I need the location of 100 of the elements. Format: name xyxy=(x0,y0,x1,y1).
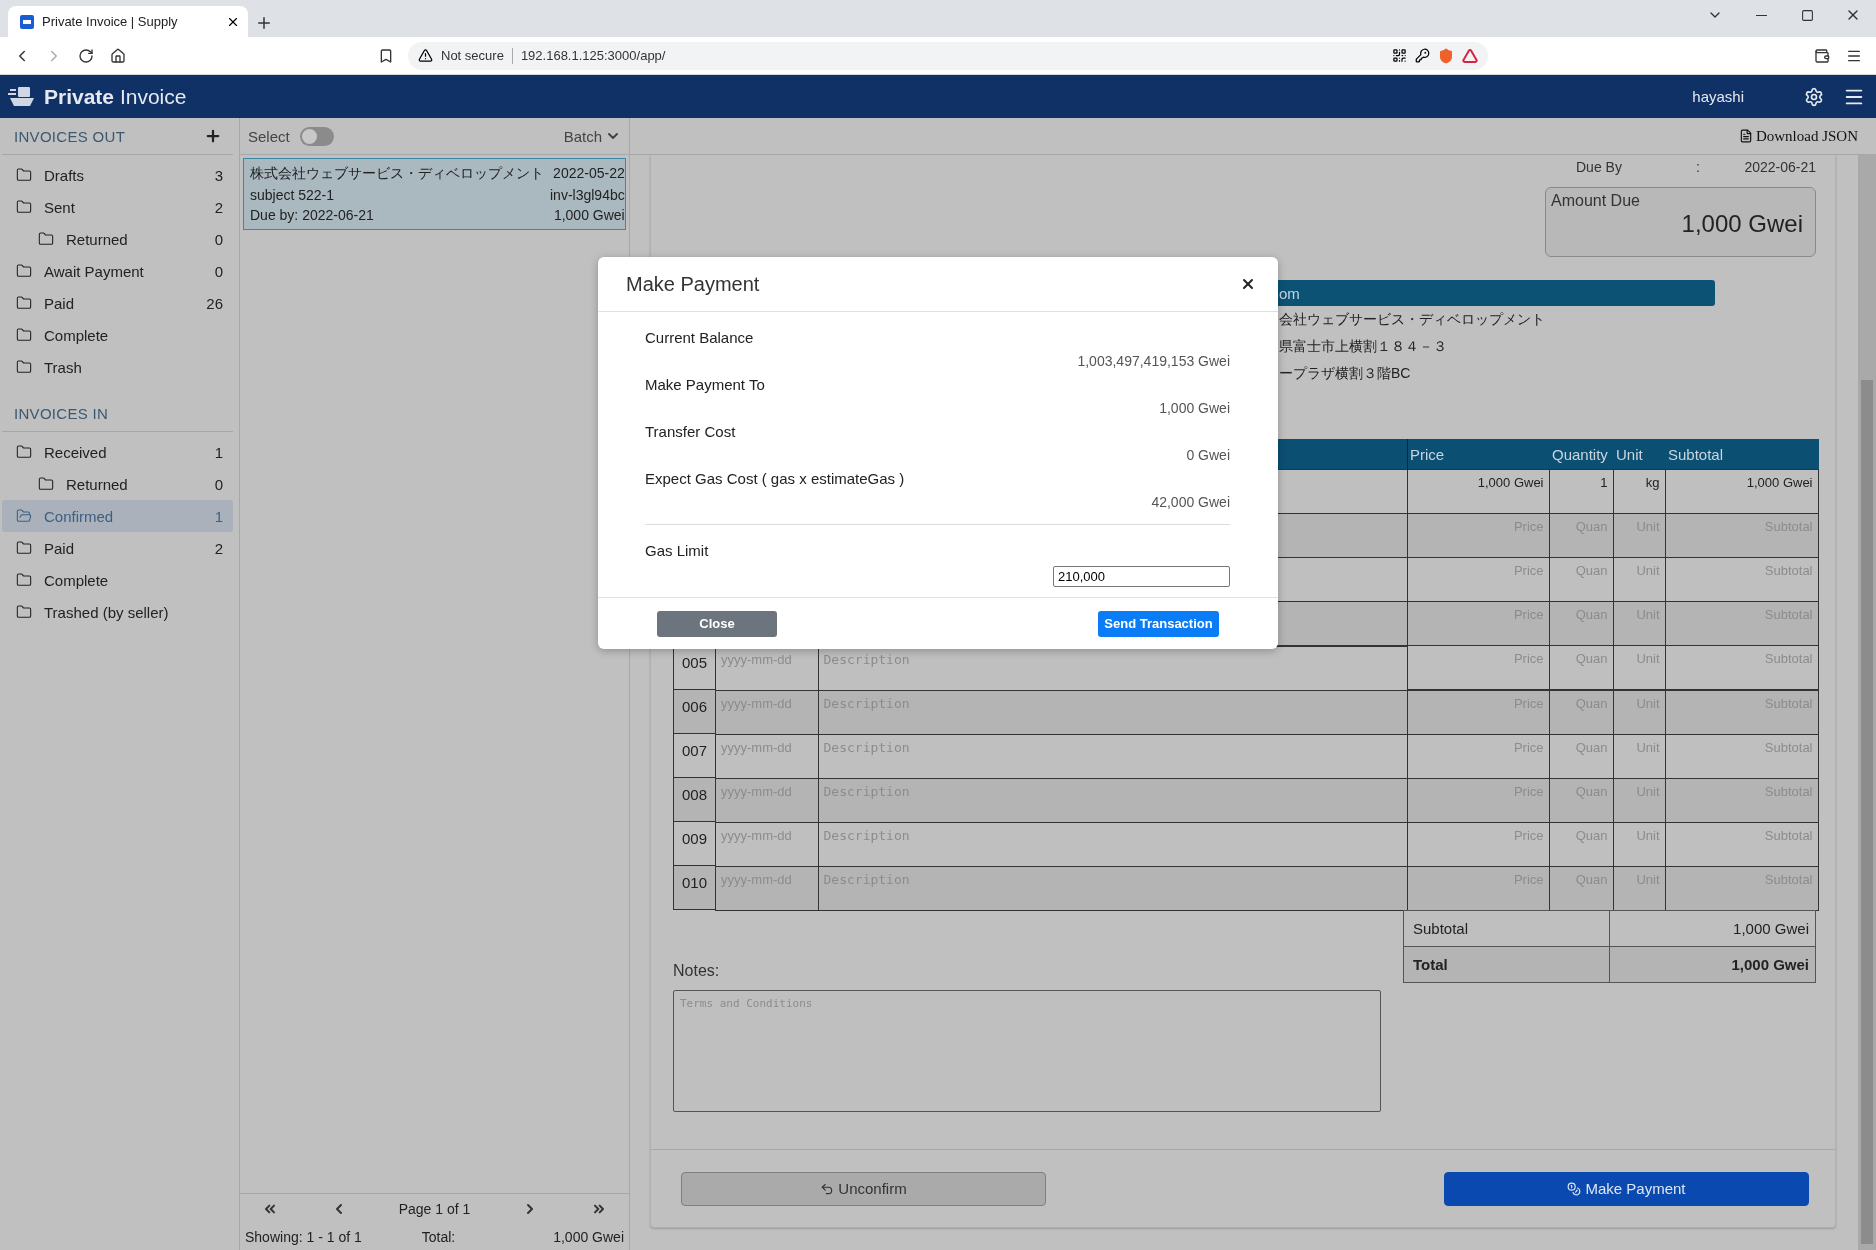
close-icon xyxy=(1240,276,1256,292)
field-label: Current Balance xyxy=(645,328,755,348)
folder-count: 2 xyxy=(214,198,223,216)
coins-icon xyxy=(1567,1181,1582,1196)
folder-count: 0 xyxy=(214,475,223,493)
due-by-label: Due By xyxy=(1576,159,1623,175)
bookmark-icon xyxy=(378,47,394,64)
folder-item[interactable]: Trash xyxy=(2,351,233,383)
column-header: Price xyxy=(1407,439,1550,469)
folder-item[interactable]: Trashed (by seller) xyxy=(2,596,233,628)
field-label: Transfer Cost xyxy=(645,422,737,442)
showing-count: Showing: 1 - 1 of 1 xyxy=(245,1228,362,1245)
security-label: Not secure xyxy=(441,48,504,63)
unconfirm-button[interactable]: Unconfirm xyxy=(681,1171,1046,1206)
folder-item[interactable]: Returned 0 xyxy=(2,223,233,255)
folder-label: Trash xyxy=(44,358,83,376)
due-date: Due by: 2022-06-21 xyxy=(250,207,375,223)
company-name: 株式会社ウェブサービス・ディベロップメント xyxy=(250,165,544,183)
row-number: 010 xyxy=(681,873,708,891)
field-value: 0 Gwei xyxy=(1185,446,1230,465)
totals-label: Subtotal xyxy=(1403,910,1610,947)
address-line: ープラザ横割３階BC xyxy=(1278,363,1412,383)
invoice-subject: subject 522-1 xyxy=(250,187,336,203)
totals-value: 1,000 Gwei xyxy=(1609,910,1816,947)
address-bar[interactable]: Not secure 192.168.1.125:3000/app/ xyxy=(408,41,1488,70)
user-name: hayashi xyxy=(1692,88,1744,105)
folder-count: 3 xyxy=(214,166,223,184)
tab-title: Private Invoice | Supply xyxy=(42,14,179,29)
folder-label: Complete xyxy=(44,571,110,589)
folder-count: 26 xyxy=(206,294,223,312)
field-value: 1,000 Gwei xyxy=(1158,399,1230,418)
folder-item[interactable]: Received 1 xyxy=(2,436,233,468)
make-payment-button[interactable]: Make Payment xyxy=(1444,1171,1809,1206)
triangle-icon[interactable] xyxy=(1462,47,1478,64)
download-json-link[interactable]: Download JSON xyxy=(1738,127,1858,145)
folder-item[interactable]: Paid 26 xyxy=(2,287,233,319)
browser-tab[interactable]: Private Invoice | Supply xyxy=(8,6,248,37)
undo-icon xyxy=(820,1181,835,1196)
folder-label: Sent xyxy=(44,198,76,216)
folder-label: Returned xyxy=(66,475,129,493)
reload-icon xyxy=(78,47,94,64)
amount-due-value: 1,000 Gwei xyxy=(1680,210,1803,238)
home-icon xyxy=(110,47,126,64)
totals-value: 1,000 Gwei xyxy=(1609,946,1816,983)
invoice-date: 2022-05-22 xyxy=(552,165,625,183)
plus-icon xyxy=(255,14,273,32)
favicon-icon xyxy=(20,14,34,29)
select-toggle[interactable] xyxy=(299,126,334,146)
folder-icon xyxy=(16,604,32,620)
row-number: 006 xyxy=(681,697,708,715)
folder-icon xyxy=(38,231,54,247)
open-folder-icon xyxy=(16,508,32,524)
folder-item[interactable]: Complete xyxy=(2,564,233,596)
row-number: 009 xyxy=(681,829,708,847)
folder-count: 2 xyxy=(214,539,223,557)
folder-icon xyxy=(16,263,32,279)
folder-item[interactable]: Sent 2 xyxy=(2,191,233,223)
folder-item[interactable]: Drafts 3 xyxy=(2,159,233,191)
field-label: Make Payment To xyxy=(645,375,766,395)
notes-label: Notes: xyxy=(673,962,721,980)
folder-label: Paid xyxy=(44,539,76,557)
page-indicator: Page 1 of 1 xyxy=(398,1200,471,1217)
select-label: Select xyxy=(248,127,290,145)
address-line: 会社ウェブサービス・ディベロップメント xyxy=(1278,309,1546,329)
invoice-list-item[interactable]: 株式会社ウェブサービス・ディベロップメント 2022-05-22 subject 522-1 inv-l3gl94bc Due by: 2022-06-21 1,000 Gwei xyxy=(243,158,626,230)
maximize-icon xyxy=(1800,8,1814,22)
folder-icon xyxy=(16,540,32,556)
totals-label: Total xyxy=(1403,946,1610,983)
send-transaction-button[interactable]: Send Transaction xyxy=(1098,610,1219,637)
folder-item[interactable]: Returned 0 xyxy=(2,468,233,500)
subtotal-field[interactable]: 1,000 Gwei xyxy=(1664,469,1819,514)
ship-icon xyxy=(8,84,36,109)
folder-label: Trashed (by seller) xyxy=(44,603,170,621)
qr-code-icon[interactable] xyxy=(1392,48,1407,63)
wallet-icon xyxy=(1814,47,1830,64)
folder-icon xyxy=(38,476,54,492)
key-icon[interactable] xyxy=(1415,48,1430,63)
address-line: 県富士市上横割１８４－３ xyxy=(1278,336,1448,356)
folder-item[interactable]: Complete xyxy=(2,319,233,351)
folder-item[interactable]: Await Payment 0 xyxy=(2,255,233,287)
total-amount: 1,000 Gwei xyxy=(553,1228,624,1245)
due-by-date: 2022-06-21 xyxy=(1743,159,1816,175)
row-number: 008 xyxy=(681,785,708,803)
shield-icon[interactable] xyxy=(1438,47,1454,64)
dialog-title: Make Payment xyxy=(626,272,760,296)
folder-icon xyxy=(16,359,32,375)
gas-limit-field[interactable]: 210,000 xyxy=(1053,566,1230,587)
close-dialog-button[interactable]: Close xyxy=(657,610,777,637)
batch-dropdown[interactable]: Batch xyxy=(563,127,621,145)
folder-icon xyxy=(16,167,32,183)
folder-item[interactable]: Paid 2 xyxy=(2,532,233,564)
due-by-separator: : xyxy=(1696,159,1701,175)
folder-label: Confirmed xyxy=(44,507,115,525)
folder-icon xyxy=(16,295,32,311)
folder-count: 1 xyxy=(214,507,223,525)
folder-icon xyxy=(16,444,32,460)
section-title: INVOICES OUT xyxy=(14,127,126,145)
gas-limit-label: Gas Limit xyxy=(645,541,710,561)
warning-icon xyxy=(418,48,433,63)
folder-label: Drafts xyxy=(44,166,85,184)
